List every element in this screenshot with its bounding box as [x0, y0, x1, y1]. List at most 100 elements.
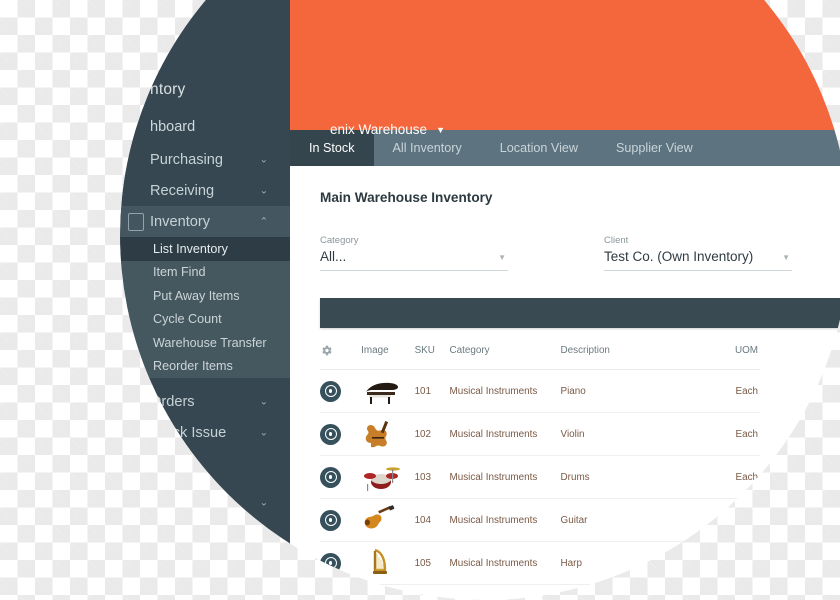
row-sku: 103 — [414, 455, 450, 499]
chevron-down-icon: ▼ — [498, 253, 506, 262]
sidebar-item-collapsed[interactable]: ⌄ — [120, 487, 290, 518]
client-value: Test Co. (Own Inventory) — [604, 249, 792, 271]
tab-location-view[interactable]: Location View — [481, 130, 597, 166]
sidebar-item-dashboard[interactable]: hboard — [120, 110, 290, 144]
table-row[interactable]: 102 Musical Instruments Violin Each — [320, 412, 760, 456]
row-description: Piano — [560, 369, 711, 413]
cart-icon — [128, 392, 144, 411]
chevron-down-icon: ⌄ — [259, 396, 268, 407]
main-area: enix Warehouse ▼ In Stock All Inventory … — [290, 0, 840, 600]
row-image-cell — [361, 584, 415, 600]
sidebar-subitem-warehouse-transfer[interactable]: Warehouse Transfer — [120, 331, 290, 355]
sidebar-subitem-reorder-items[interactable]: Reorder Items — [120, 355, 290, 379]
row-sku: 106 — [414, 584, 450, 600]
table-body: 101 Musical Instruments Piano Each 102 M… — [320, 369, 760, 600]
table-row[interactable]: 101 Musical Instruments Piano Each — [320, 369, 760, 413]
chevron-down-icon: ⌄ — [259, 185, 268, 196]
locate-icon[interactable] — [320, 509, 341, 531]
row-action-cell[interactable] — [320, 541, 362, 585]
row-image-cell — [361, 498, 415, 542]
chevron-down-icon: ⌄ — [259, 497, 268, 508]
table-row[interactable]: 105 Musical Instruments Harp — [320, 541, 760, 585]
row-action-cell[interactable] — [320, 584, 362, 600]
warehouse-selector[interactable]: enix Warehouse ▼ — [330, 122, 445, 137]
piano-thumbnail — [366, 382, 399, 404]
row-category: Musical Instruments — [449, 412, 561, 456]
sidebar-item-quick-issue[interactable]: Quick Issue ⌄ — [120, 417, 290, 448]
table-row[interactable]: 106 Musical Instruments Trumpet — [320, 584, 760, 600]
row-uom: Each — [710, 455, 760, 499]
sidebar-item-inventory[interactable]: Inventory ⌃ — [120, 206, 290, 237]
row-sku: 101 — [414, 369, 450, 413]
sidebar-subitem-put-away-items[interactable]: Put Away Items — [120, 284, 290, 308]
sidebar-item-label: Purchasing — [150, 151, 224, 168]
row-category: Musical Instruments — [449, 584, 561, 600]
row-sku: 105 — [414, 541, 450, 585]
sidebar: ntory hboard Purchasing ⌄ Receiving ⌄ In… — [120, 0, 290, 600]
column-header-image: Image — [361, 328, 415, 370]
box-icon — [128, 212, 144, 231]
inventory-submenu: List Inventory Item Find Put Away Items … — [120, 237, 290, 378]
row-description: Guitar — [560, 498, 711, 542]
row-action-cell[interactable] — [320, 412, 362, 456]
inventory-table: Image SKU Category Description UOM 101 M… — [320, 328, 760, 600]
row-category: Musical Instruments — [449, 498, 561, 542]
row-action-cell[interactable] — [320, 498, 362, 542]
chevron-down-icon: ▼ — [782, 253, 790, 262]
sidebar-item-label: Quick Issue — [150, 424, 227, 441]
row-description: Violin — [560, 412, 711, 456]
drums-thumbnail — [364, 467, 401, 491]
brand-logo: ntory — [150, 81, 186, 98]
circular-mask: ntory hboard Purchasing ⌄ Receiving ⌄ In… — [120, 0, 840, 600]
row-image-cell — [361, 455, 415, 499]
table-row[interactable]: 103 Musical Instruments Drums Each — [320, 455, 760, 499]
sidebar-item-label: Orders — [150, 393, 195, 410]
row-sku: 102 — [414, 412, 450, 456]
row-uom: Each — [710, 412, 760, 456]
row-description: Trumpet — [560, 584, 711, 600]
row-image-cell — [361, 412, 415, 456]
row-action-cell[interactable] — [320, 369, 362, 413]
chevron-down-icon: ⌄ — [259, 154, 268, 165]
locate-icon[interactable] — [320, 552, 341, 574]
locate-icon[interactable] — [320, 423, 341, 445]
nav-spacer-2 — [120, 479, 290, 487]
sidebar-item-reports[interactable]: ports — [120, 448, 290, 479]
sidebar-subitem-list-inventory[interactable]: List Inventory — [120, 237, 290, 261]
sidebar-subitem-cycle-count[interactable]: Cycle Count — [120, 308, 290, 332]
category-select[interactable]: Category All... ▼ — [320, 235, 508, 271]
row-uom: Each — [710, 498, 760, 542]
harp-thumbnail — [373, 548, 388, 574]
page-title: Main Warehouse Inventory — [320, 190, 493, 205]
row-category: Musical Instruments — [449, 369, 561, 413]
locate-icon[interactable] — [320, 595, 341, 600]
column-settings-header[interactable] — [320, 328, 362, 370]
app-window: ntory hboard Purchasing ⌄ Receiving ⌄ In… — [120, 0, 840, 600]
sidebar-item-orders[interactable]: Orders ⌄ — [120, 386, 290, 417]
row-uom: Each — [710, 369, 760, 413]
screenshot-stage: ntory hboard Purchasing ⌄ Receiving ⌄ In… — [0, 0, 840, 600]
row-uom — [710, 541, 760, 585]
row-category: Musical Instruments — [449, 541, 561, 585]
sidebar-item-purchasing[interactable]: Purchasing ⌄ — [120, 144, 290, 175]
table-toolbar[interactable] — [320, 298, 840, 328]
violin-thumbnail — [365, 421, 389, 448]
locate-icon[interactable] — [320, 466, 341, 488]
chevron-down-icon: ⌄ — [259, 427, 268, 438]
content-panel: Main Warehouse Inventory Category All...… — [290, 166, 840, 600]
client-select[interactable]: Client Test Co. (Own Inventory) ▼ — [604, 235, 792, 271]
chevron-down-icon: ▼ — [436, 124, 445, 135]
table-header-row: Image SKU Category Description UOM — [320, 328, 760, 370]
row-action-cell[interactable] — [320, 455, 362, 499]
trumpet-thumbnail — [377, 596, 390, 600]
locate-icon[interactable] — [320, 380, 341, 402]
table-row[interactable]: 104 Musical Instruments Guitar Each — [320, 498, 760, 542]
sidebar-subitem-item-find[interactable]: Item Find — [120, 261, 290, 285]
filter-row: Category All... ▼ Client Test Co. (Own I… — [320, 235, 840, 271]
tab-supplier-view[interactable]: Supplier View — [597, 130, 712, 166]
column-header-sku: SKU — [414, 328, 450, 370]
sidebar-item-receiving[interactable]: Receiving ⌄ — [120, 175, 290, 206]
row-image-cell — [361, 541, 415, 585]
column-header-description: Description — [560, 328, 711, 370]
